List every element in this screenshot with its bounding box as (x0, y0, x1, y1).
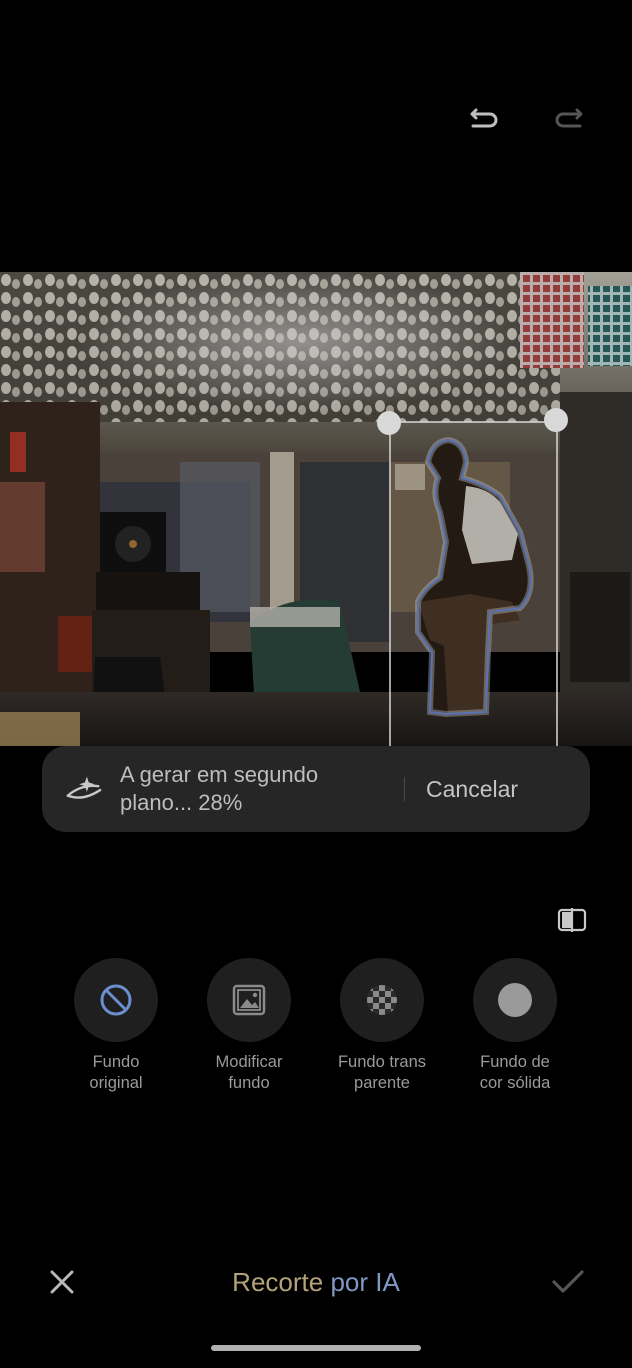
compare-button[interactable] (554, 902, 590, 938)
progress-message-line1: A gerar em segundo (120, 762, 319, 787)
cancel-button[interactable]: Cancelar (426, 776, 518, 803)
option-label-line: fundo (228, 1074, 270, 1092)
option-original-background[interactable]: Fundo original (51, 958, 181, 1094)
option-label: Fundo original (51, 1052, 181, 1094)
screen-title: Recorte por IA (0, 1267, 632, 1298)
no-background-icon (74, 958, 158, 1042)
undo-button[interactable] (465, 98, 505, 138)
image-icon (207, 958, 291, 1042)
solid-circle-icon (473, 958, 557, 1042)
cluttered-workshop-photo (0, 272, 632, 746)
option-label-line: Fundo trans (337, 1053, 427, 1071)
option-label-line: Fundo (92, 1053, 140, 1071)
check-icon (552, 1270, 584, 1293)
option-label-line: Modificar (215, 1053, 283, 1071)
photo-canvas[interactable] (0, 272, 632, 746)
option-label-line: cor sólida (479, 1074, 551, 1092)
option-label-line: Fundo de (480, 1053, 550, 1071)
redo-button[interactable] (548, 98, 588, 138)
option-label-line: parente (354, 1074, 410, 1092)
option-transparent-background[interactable]: Fundo trans parente (317, 958, 447, 1094)
selection-handle-top-right[interactable] (544, 408, 568, 432)
option-modify-background[interactable]: Modificar fundo (184, 958, 314, 1094)
option-label-line: original (89, 1074, 143, 1092)
option-label: Fundo trans parente (317, 1052, 447, 1094)
toast-divider (404, 777, 405, 801)
compare-icon (557, 908, 587, 932)
progress-message-line2: plano... 28% (120, 790, 243, 815)
option-label: Modificar fundo (184, 1052, 314, 1094)
sparkle-icon (64, 769, 104, 809)
undo-icon (470, 108, 498, 128)
checkerboard-icon (340, 958, 424, 1042)
progress-toast: A gerar em segundo plano... 28% Cancelar (42, 746, 590, 832)
selection-handle-top-left[interactable] (377, 411, 401, 435)
option-solid-color-background[interactable]: Fundo de cor sólida (450, 958, 580, 1094)
title-part-1: Recorte (232, 1267, 331, 1297)
redo-icon (555, 108, 583, 128)
title-part-2: por IA (330, 1267, 400, 1297)
bottom-bar: Recorte por IA (0, 1255, 632, 1309)
progress-message: A gerar em segundo plano... 28% (120, 761, 382, 817)
confirm-button[interactable] (548, 1262, 588, 1302)
option-label: Fundo de cor sólida (450, 1052, 580, 1094)
home-indicator[interactable] (211, 1345, 421, 1351)
